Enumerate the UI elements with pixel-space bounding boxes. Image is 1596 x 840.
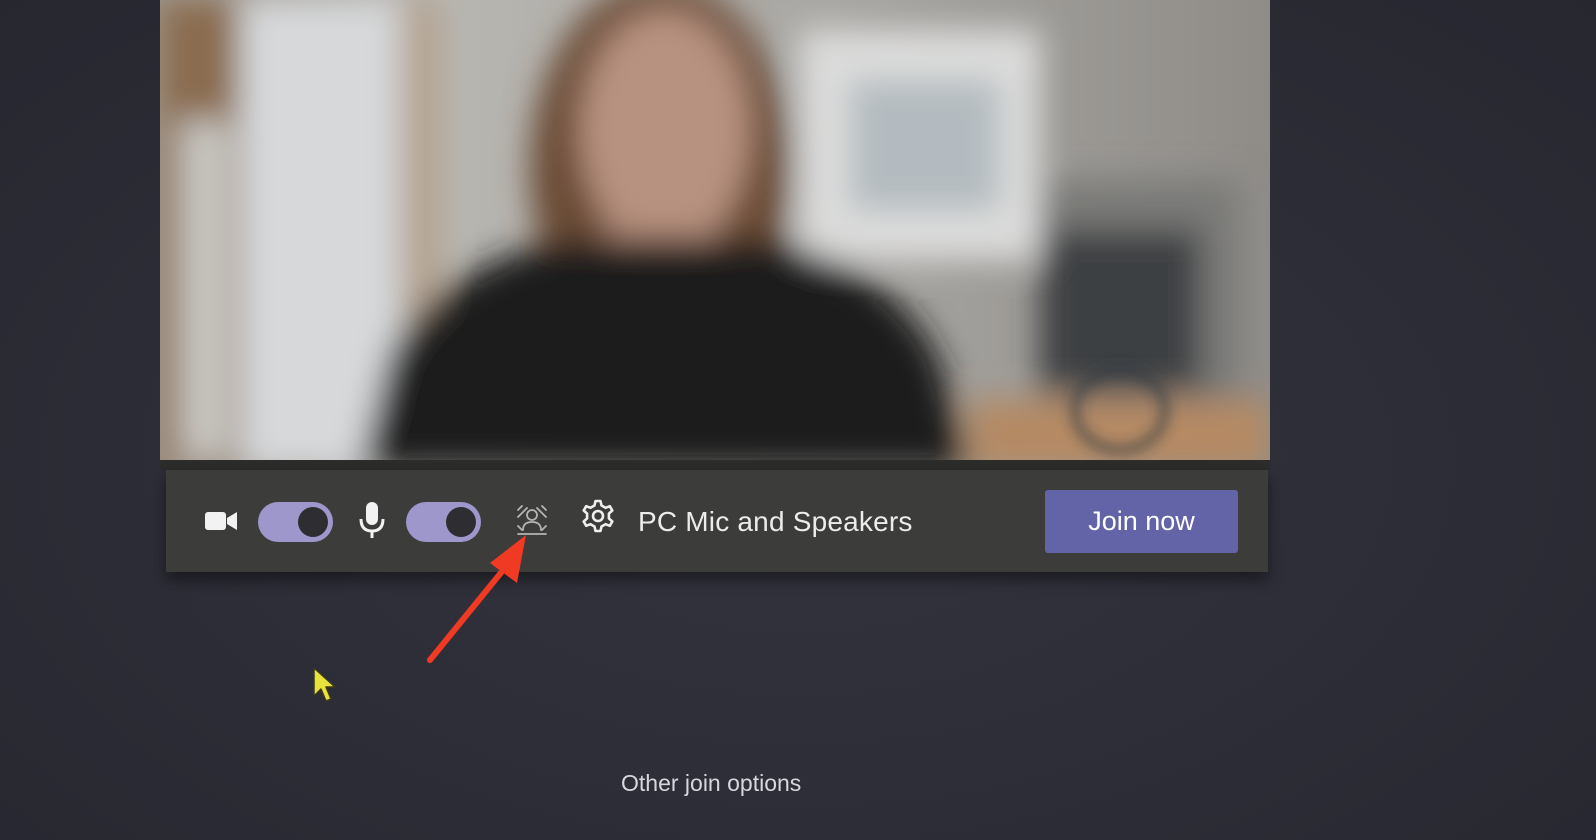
audio-device-label[interactable]: PC Mic and Speakers [638,504,913,540]
video-preview [160,0,1270,470]
gear-icon[interactable] [580,498,616,534]
blurred-camera-feed [160,0,1270,470]
annotation-arrow [427,535,526,663]
mouse-cursor [313,667,336,702]
camera-toggle[interactable] [258,502,333,542]
camera-toggle-knob [298,507,328,537]
microphone-icon[interactable] [358,500,386,540]
prejoin-control-bar: PC Mic and Speakers Join now [166,470,1268,572]
join-now-button[interactable]: Join now [1045,490,1238,553]
video-camera-icon[interactable] [204,506,238,536]
other-join-options-link[interactable]: Other join options [621,770,801,797]
